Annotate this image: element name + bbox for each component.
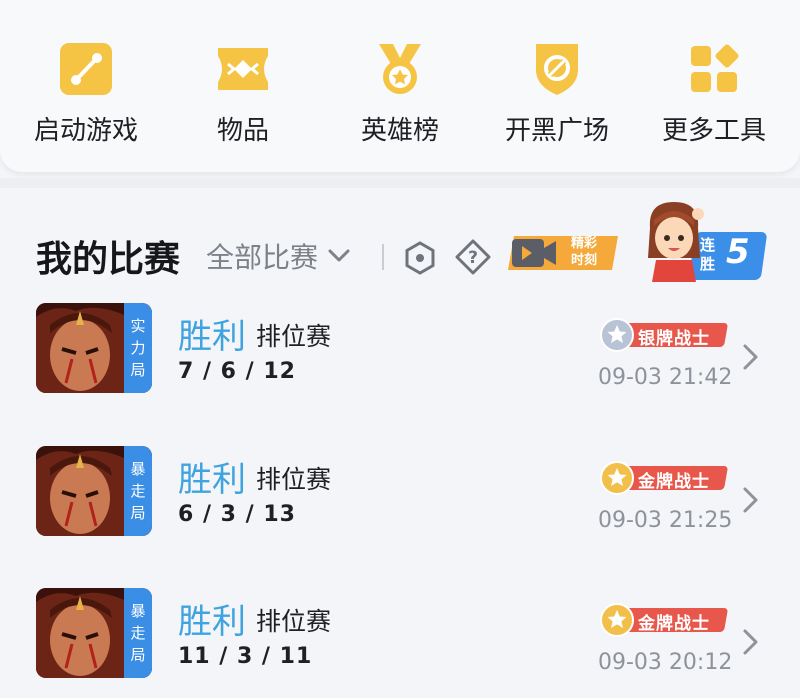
match-mode: 排位赛 <box>256 322 332 351</box>
chevron-right-icon <box>743 344 758 370</box>
match-time: 09-03 21:25 <box>598 508 733 533</box>
match-row[interactable]: 暴 走 局 胜利 排位赛 6 / 3 / 13 金牌战士 09-03 21:25 <box>0 446 800 556</box>
matches-section: 我的比赛 全部比赛 ? 精彩 时刻 连 胜 5 实 力 局 胜利 排位赛 7 /… <box>0 188 800 678</box>
tools-panel: 启动游戏 物品 英雄榜 开黑广场 更多工具 <box>0 0 800 172</box>
section-title: 我的比赛 <box>36 239 181 280</box>
rank-label: 银牌战士 <box>638 329 710 349</box>
filter-separator <box>382 244 384 270</box>
more-tools-button[interactable]: 更多工具 <box>644 40 784 150</box>
streak-count: 5 <box>726 232 750 272</box>
game-launch-icon <box>60 43 112 95</box>
match-kda: 11 / 3 / 11 <box>178 644 313 669</box>
mascot-girl-icon <box>648 202 704 282</box>
rank-star-icon <box>600 461 634 495</box>
hero-medal-icon <box>379 44 421 94</box>
match-time: 09-03 20:12 <box>598 650 733 675</box>
match-result: 胜利 <box>178 317 246 357</box>
rank-star-icon <box>600 603 634 637</box>
hero-avatar: 暴 走 局 <box>36 446 152 536</box>
match-type-tag: 实 力 局 <box>124 303 152 393</box>
match-type-tag: 暴 走 局 <box>124 588 152 678</box>
rank-badge: 银牌战士 <box>598 317 729 353</box>
tool-label: 启动游戏 <box>33 116 138 146</box>
tool-label: 更多工具 <box>661 116 766 146</box>
tool-label: 物品 <box>216 116 269 146</box>
filter-label: 全部比赛 <box>206 241 319 274</box>
match-result: 胜利 <box>178 602 246 642</box>
svg-text:?: ? <box>468 248 478 268</box>
hexagon-settings-button[interactable] <box>402 240 438 280</box>
team-plaza-button[interactable]: 开黑广场 <box>487 40 627 150</box>
tool-label: 开黑广场 <box>504 116 609 146</box>
match-row[interactable]: 暴 走 局 胜利 排位赛 11 / 3 / 11 金牌战士 09-03 20:1… <box>0 588 800 698</box>
match-mode: 排位赛 <box>256 607 332 636</box>
help-button[interactable]: ? <box>454 238 492 280</box>
question-diamond-icon: ? <box>455 239 491 275</box>
match-type-tag: 暴 走 局 <box>124 446 152 536</box>
highlight-moments-button[interactable]: 精彩 时刻 <box>508 232 620 274</box>
chevron-down-icon <box>328 249 350 262</box>
match-result: 胜利 <box>178 460 246 500</box>
win-streak-badge[interactable]: 连 胜 5 <box>640 198 770 282</box>
rank-badge: 金牌战士 <box>598 602 729 638</box>
items-button[interactable]: 物品 <box>173 40 313 150</box>
launch-game-button[interactable]: 启动游戏 <box>16 40 156 150</box>
match-filter-dropdown[interactable]: 全部比赛 <box>206 236 350 276</box>
match-kda: 7 / 6 / 12 <box>178 359 296 384</box>
match-row[interactable]: 实 力 局 胜利 排位赛 7 / 6 / 12 银牌战士 09-03 21:42 <box>0 303 800 413</box>
more-tools-icon <box>691 44 739 92</box>
tool-label: 英雄榜 <box>360 116 439 146</box>
hero-avatar: 暴 走 局 <box>36 588 152 678</box>
rank-label: 金牌战士 <box>638 614 710 634</box>
hexagon-icon <box>405 241 435 275</box>
highlight-label: 精彩 时刻 <box>570 236 597 268</box>
hero-ranking-button[interactable]: 英雄榜 <box>330 40 470 150</box>
team-plaza-icon <box>536 44 578 95</box>
section-divider <box>0 178 800 188</box>
match-time: 09-03 21:42 <box>598 365 733 390</box>
rank-label: 金牌战士 <box>638 472 710 492</box>
rank-badge: 金牌战士 <box>598 460 729 496</box>
chevron-right-icon <box>743 487 758 513</box>
items-icon <box>218 48 268 90</box>
rank-star-icon <box>600 318 634 352</box>
chevron-right-icon <box>743 629 758 655</box>
match-kda: 6 / 3 / 13 <box>178 502 296 527</box>
hero-avatar: 实 力 局 <box>36 303 152 393</box>
match-mode: 排位赛 <box>256 465 332 494</box>
